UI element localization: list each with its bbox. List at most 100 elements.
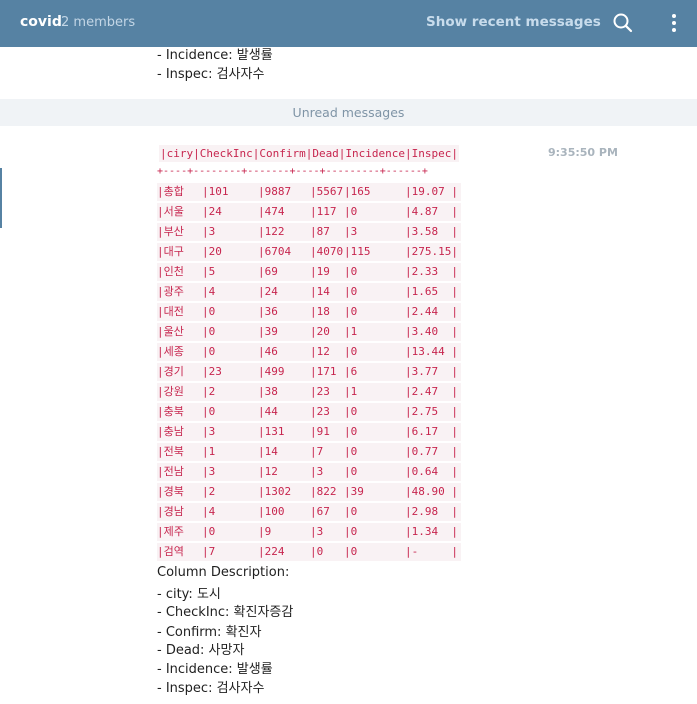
chat-title[interactable]: covid	[20, 14, 62, 30]
more-vertical-icon[interactable]	[664, 12, 684, 34]
table-cell: |13.44 |	[405, 345, 458, 358]
member-count[interactable]: 2 members	[61, 15, 135, 30]
table-cell: |0	[202, 345, 216, 358]
table-cell: |6.17 |	[405, 425, 458, 438]
table-cell: |1.65 |	[405, 285, 458, 298]
table-row: |경남 |4 |100 |67 |0 |2.98 |	[157, 503, 461, 521]
table-row: |경기 |23 |499 |171 |6 |3.77 |	[157, 363, 461, 381]
table-cell: |0	[344, 545, 358, 558]
table-cell: |4	[202, 505, 216, 518]
table-cell: |5	[202, 265, 216, 278]
table-cell: |0	[344, 445, 358, 458]
table-cell: |91	[310, 425, 330, 438]
table-cell: |0	[344, 405, 358, 418]
table-cell: |19.07 |	[405, 185, 458, 198]
table-cell: |0	[202, 305, 216, 318]
table-row: |총합 |101 |9887 |5567 |165 |19.07 |	[157, 183, 461, 201]
selection-indicator	[0, 168, 2, 228]
description-line: - Incidence: 발생률	[157, 662, 273, 677]
table-cell: |499	[258, 365, 285, 378]
table-row: |대전 |0 |36 |18 |0 |2.44 |	[157, 303, 461, 321]
table-cell: |5567	[310, 185, 344, 198]
table-cell: |6	[344, 365, 358, 378]
table-cell: |광주	[157, 285, 184, 298]
table-cell: |12	[310, 345, 330, 358]
table-cell: |3	[202, 425, 216, 438]
table-cell: |23	[310, 385, 330, 398]
table-row: |강원 |2 |38 |23 |1 |2.47 |	[157, 383, 461, 401]
table-cell: |4	[202, 285, 216, 298]
table-row: |대구 |20 |6704 |4070 |115 |275.15|	[157, 243, 461, 261]
table-cell: |46	[258, 345, 278, 358]
table-cell: |3	[202, 465, 216, 478]
show-recent-messages-button[interactable]: Show recent messages	[426, 14, 601, 30]
description-line: - city: 도시	[157, 587, 221, 602]
table-cell: |0	[202, 325, 216, 338]
table-row: |전북 |1 |14 |7 |0 |0.77 |	[157, 443, 461, 461]
table-cell: |101	[202, 185, 229, 198]
table-cell: |115	[344, 245, 371, 258]
table-header-line: |ciry|CheckInc|Confirm|Dead|Incidence|In…	[159, 145, 460, 162]
table-cell: |24	[202, 205, 222, 218]
description-line: - CheckInc: 확진자증감	[157, 605, 294, 620]
table-cell: |0	[344, 305, 358, 318]
table-cell: |0.77 |	[405, 445, 458, 458]
table-cell: |- |	[405, 545, 458, 558]
table-row: |경북 |2 |1302 |822 |39 |48.90 |	[157, 483, 461, 501]
table-cell: |2	[202, 485, 216, 498]
table-cell: |122	[258, 225, 285, 238]
table-cell: |0	[310, 545, 324, 558]
table-cell: |224	[258, 545, 285, 558]
table-cell: |24	[258, 285, 278, 298]
message-line: - Incidence: 발생률	[157, 48, 273, 63]
table-cell: |9887	[258, 185, 292, 198]
table-cell: |822	[310, 485, 337, 498]
table-cell: |18	[310, 305, 330, 318]
table-cell: |경기	[157, 365, 184, 378]
table-cell: |1302	[258, 485, 292, 498]
table-row: |울산 |0 |39 |20 |1 |3.40 |	[157, 323, 461, 341]
table-cell: |0.64 |	[405, 465, 458, 478]
table-cell: |0	[344, 505, 358, 518]
table-cell: |12	[258, 465, 278, 478]
table-cell: |171	[310, 365, 337, 378]
table-row: |충남 |3 |131 |91 |0 |6.17 |	[157, 423, 461, 441]
table-cell: |48.90 |	[405, 485, 458, 498]
table-cell: |3	[310, 465, 324, 478]
table-row: |세종 |0 |46 |12 |0 |13.44 |	[157, 343, 461, 361]
table-row: |서울 |24 |474 |117 |0 |4.87 |	[157, 203, 461, 221]
description-line: - Inspec: 검사자수	[157, 681, 265, 696]
table-cell: |세종	[157, 345, 184, 358]
table-cell: |275.15|	[405, 245, 458, 258]
table-cell: |100	[258, 505, 285, 518]
table-cell: |2.98 |	[405, 505, 458, 518]
table-cell: |0	[344, 465, 358, 478]
table-cell: |23	[202, 365, 222, 378]
search-icon[interactable]	[612, 12, 634, 34]
table-cell: |474	[258, 205, 285, 218]
table-cell: |2	[202, 385, 216, 398]
table-cell: |2.44 |	[405, 305, 458, 318]
table-cell: |0	[344, 345, 358, 358]
table-cell: |38	[258, 385, 278, 398]
table-separator: +----+--------+-------+----+---------+--…	[157, 166, 428, 177]
table-cell: |6704	[258, 245, 292, 258]
table-cell: |3.77 |	[405, 365, 458, 378]
table-cell: |제주	[157, 525, 184, 538]
table-cell: |강원	[157, 385, 184, 398]
table-cell: |4.87 |	[405, 205, 458, 218]
table-cell: |117	[310, 205, 337, 218]
table-cell: |2.47 |	[405, 385, 458, 398]
table-cell: |165	[344, 185, 371, 198]
table-cell: |0	[202, 525, 216, 538]
table-cell: |0	[344, 525, 358, 538]
table-cell: |3	[344, 225, 358, 238]
table-row: |광주 |4 |24 |14 |0 |1.65 |	[157, 283, 461, 301]
table-cell: |87	[310, 225, 330, 238]
table-cell: |23	[310, 405, 330, 418]
table-cell: |69	[258, 265, 278, 278]
table-cell: |7	[202, 545, 216, 558]
unread-messages-divider: Unread messages	[0, 99, 697, 126]
table-cell: |대전	[157, 305, 184, 318]
table-cell: |0	[202, 405, 216, 418]
